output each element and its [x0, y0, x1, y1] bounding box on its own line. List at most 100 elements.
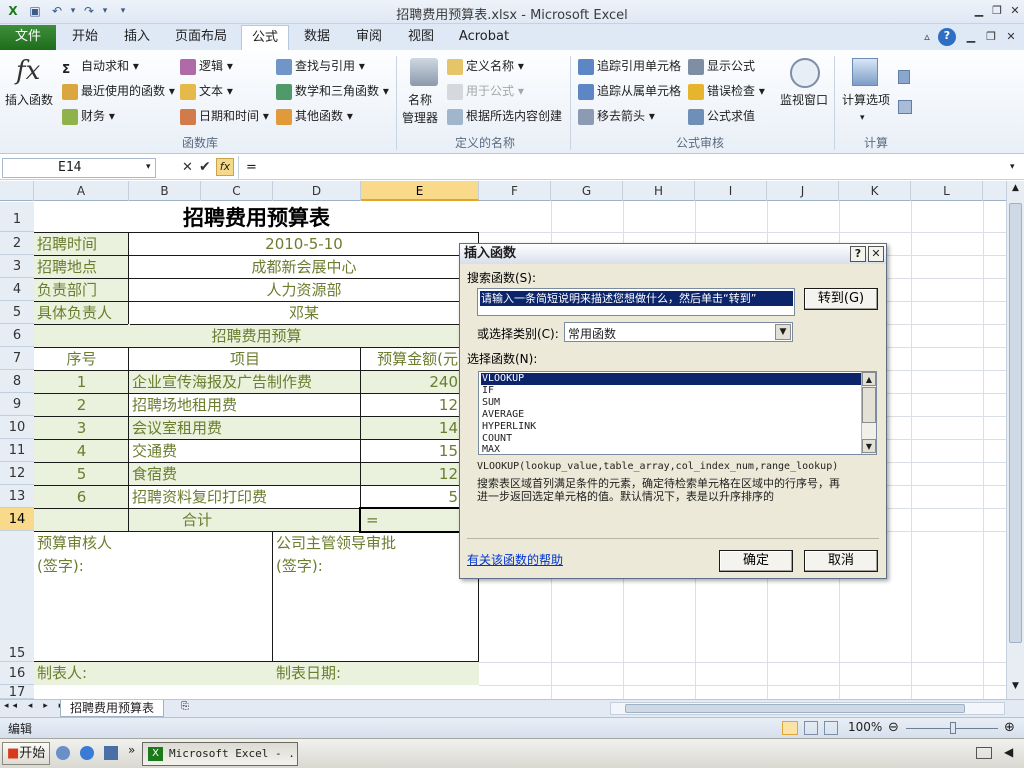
- insert-function-icon[interactable]: fx: [16, 56, 40, 86]
- item-amount[interactable]: 12: [362, 394, 458, 416]
- name-manager-line2[interactable]: 管理器: [402, 108, 438, 128]
- search-input[interactable]: 请输入一条简短说明来描述您想做什么，然后单击“转到”: [477, 288, 795, 316]
- calculator-icon[interactable]: [852, 58, 878, 86]
- row-header-4[interactable]: 4: [0, 278, 34, 301]
- datetime-button[interactable]: 日期和时间 ▾: [180, 106, 269, 126]
- approver-sign[interactable]: (签字):: [276, 555, 476, 577]
- zoom-level[interactable]: 100%: [848, 720, 882, 734]
- tab-home[interactable]: 开始: [60, 25, 110, 50]
- item-no[interactable]: 1: [34, 371, 129, 393]
- item-name[interactable]: 会议室租用费: [132, 417, 360, 439]
- row-header-12[interactable]: 12: [0, 462, 34, 485]
- name-manager-line1[interactable]: 名称: [408, 90, 432, 110]
- column-header-g[interactable]: G: [551, 181, 623, 201]
- row-header-7[interactable]: 7: [0, 347, 34, 370]
- total-label[interactable]: 合计: [34, 509, 360, 531]
- function-help-link[interactable]: 有关该函数的帮助: [467, 551, 563, 568]
- total-value[interactable]: =: [366, 509, 466, 531]
- sheet-title[interactable]: 招聘费用预算表: [34, 204, 479, 232]
- tab-acrobat[interactable]: Acrobat: [450, 25, 518, 50]
- item-no[interactable]: 2: [34, 394, 129, 416]
- expand-formula-icon[interactable]: ▾: [1010, 162, 1015, 172]
- info-label-owner[interactable]: 具体负责人: [37, 302, 129, 324]
- item-amount[interactable]: 5: [362, 486, 458, 508]
- formula-content[interactable]: =: [246, 160, 257, 175]
- workbook-minimize-icon[interactable]: ▁: [962, 29, 980, 45]
- function-item[interactable]: AVERAGE: [481, 409, 861, 421]
- help-icon[interactable]: ?: [938, 28, 956, 46]
- workbook-restore-icon[interactable]: ❐: [982, 29, 1000, 45]
- error-checking-button[interactable]: 错误检查 ▾: [688, 81, 765, 101]
- insert-sheet-icon[interactable]: ⎘: [176, 701, 194, 716]
- item-name[interactable]: 食宿费: [132, 463, 360, 485]
- cancel-icon[interactable]: ✕: [182, 160, 193, 175]
- item-no[interactable]: 5: [34, 463, 129, 485]
- start-button[interactable]: ■开始: [2, 742, 50, 765]
- volume-icon[interactable]: ◀: [1004, 745, 1013, 759]
- page-break-view-icon[interactable]: [824, 721, 838, 735]
- watch-window-button[interactable]: 监视窗口: [780, 90, 828, 110]
- calc-options-button[interactable]: 计算选项: [842, 90, 890, 110]
- row-header-13[interactable]: 13: [0, 485, 34, 508]
- horizontal-scroll-thumb[interactable]: [625, 704, 965, 713]
- item-no[interactable]: 3: [34, 417, 129, 439]
- fx-icon[interactable]: fx: [216, 158, 234, 176]
- tab-file[interactable]: 文件: [0, 25, 56, 50]
- row-header-14[interactable]: 14: [0, 508, 34, 531]
- use-in-formula-button[interactable]: 用于公式 ▾: [447, 81, 524, 101]
- text-button[interactable]: 文本 ▾: [180, 81, 233, 101]
- trace-dependents-button[interactable]: 追踪从属单元格: [578, 81, 681, 101]
- column-header-i[interactable]: I: [695, 181, 767, 201]
- vertical-scroll-thumb[interactable]: [1009, 203, 1022, 643]
- lookup-button[interactable]: 查找与引用 ▾: [276, 56, 365, 76]
- calc-options-dropdown-icon[interactable]: ▾: [860, 108, 865, 128]
- row-header-1[interactable]: 1: [0, 202, 34, 232]
- calc-now-icon[interactable]: [898, 70, 910, 84]
- row-header-9[interactable]: 9: [0, 393, 34, 416]
- trace-precedents-button[interactable]: 追踪引用单元格: [578, 56, 681, 76]
- column-header-j[interactable]: J: [767, 181, 839, 201]
- create-from-selection-button[interactable]: 根据所选内容创建: [447, 106, 562, 126]
- ok-button[interactable]: 确定: [719, 550, 793, 572]
- item-amount[interactable]: 14: [362, 417, 458, 439]
- category-dropdown-icon[interactable]: ▼: [775, 324, 791, 340]
- list-scroll-down-icon[interactable]: ▼: [862, 439, 876, 453]
- column-header-e[interactable]: E: [361, 181, 479, 201]
- row-header-10[interactable]: 10: [0, 416, 34, 439]
- item-no[interactable]: 6: [34, 486, 129, 508]
- insert-function-button[interactable]: 插入函数: [5, 90, 53, 110]
- autosum-button[interactable]: Σ 自动求和 ▾: [62, 56, 139, 76]
- vertical-scrollbar[interactable]: ▲ ▼: [1006, 181, 1024, 699]
- watch-window-icon[interactable]: [790, 58, 820, 88]
- ie-icon[interactable]: [80, 746, 94, 760]
- taskbar-excel-button[interactable]: X Microsoft Excel - ...: [142, 742, 298, 766]
- info-value-location[interactable]: 成都新会展中心: [129, 256, 479, 278]
- item-amount[interactable]: 15: [362, 440, 458, 462]
- column-header-l[interactable]: L: [911, 181, 983, 201]
- list-scroll-up-icon[interactable]: ▲: [862, 372, 876, 386]
- row-header-6[interactable]: 6: [0, 324, 34, 347]
- function-list-scrollbar[interactable]: ▲ ▼: [861, 372, 876, 454]
- info-value-time[interactable]: 2010-5-10: [129, 233, 479, 255]
- financial-button[interactable]: 财务 ▾: [62, 106, 115, 126]
- info-value-owner[interactable]: 邓某: [129, 302, 479, 324]
- normal-view-icon[interactable]: [782, 721, 798, 735]
- select-all[interactable]: [0, 181, 34, 201]
- math-button[interactable]: 数学和三角函数 ▾: [276, 81, 389, 101]
- tab-page-layout[interactable]: 页面布局: [164, 25, 238, 50]
- item-amount[interactable]: 12: [362, 463, 458, 485]
- cancel-button[interactable]: 取消: [804, 550, 878, 572]
- function-item[interactable]: MAX: [481, 444, 861, 454]
- keyboard-icon[interactable]: [976, 747, 992, 759]
- define-name-button[interactable]: 定义名称 ▾: [447, 56, 524, 76]
- sheet-tab-active[interactable]: 招聘费用预算表: [60, 700, 164, 717]
- row-header-3[interactable]: 3: [0, 255, 34, 278]
- function-item[interactable]: SUM: [481, 397, 861, 409]
- column-header-a[interactable]: A: [34, 181, 129, 201]
- evaluate-formula-button[interactable]: 公式求值: [688, 106, 755, 126]
- info-value-dept[interactable]: 人力资源部: [129, 279, 479, 301]
- approver-label[interactable]: 公司主管领导审批: [276, 532, 476, 554]
- other-functions-button[interactable]: 其他函数 ▾: [276, 106, 353, 126]
- column-header-c[interactable]: C: [201, 181, 273, 201]
- item-name[interactable]: 招聘资料复印打印费: [132, 486, 360, 508]
